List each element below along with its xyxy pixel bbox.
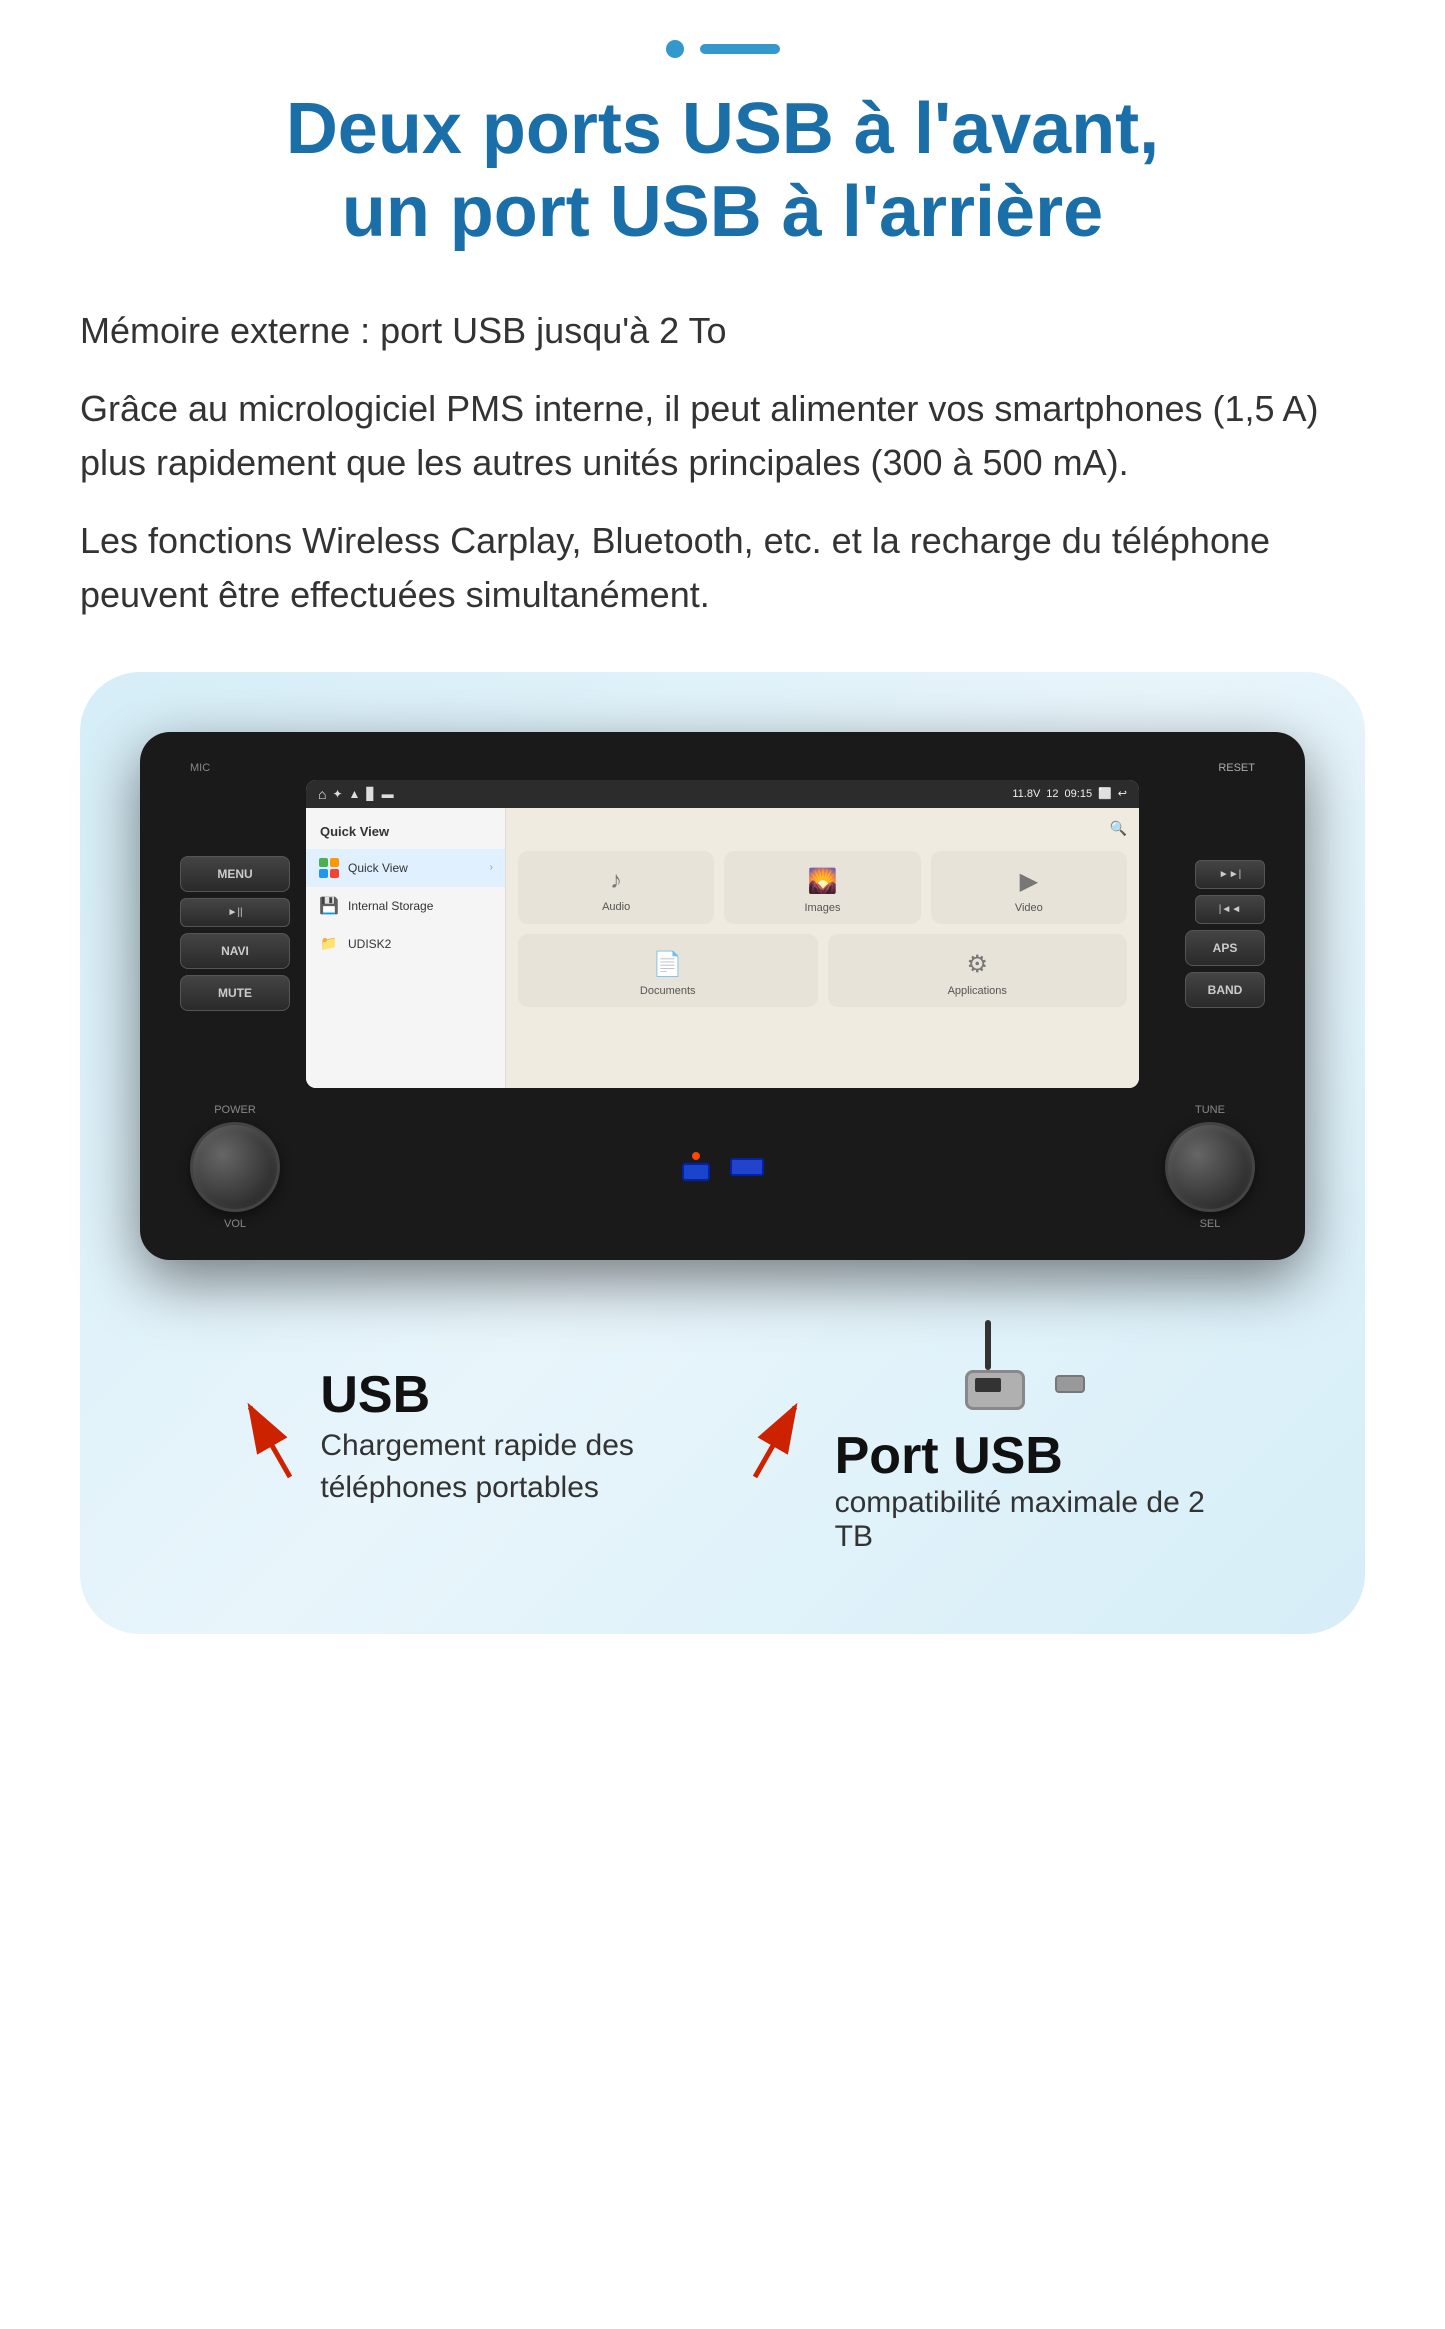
btn-mute[interactable]: MUTE	[180, 975, 290, 1011]
top-indicator	[80, 40, 1365, 58]
left-buttons: MENU ►|| NAVI MUTE	[180, 856, 290, 1011]
heading-line1: Deux ports USB à l'avant,	[286, 89, 1159, 169]
documents-icon: 📄	[653, 950, 683, 979]
qv-grid-top: ♪ Audio 🌄 Images ▶ Vide	[518, 851, 1127, 924]
reset-label: RESET	[1218, 762, 1255, 774]
device-bottom: POWER VOL	[180, 1104, 1265, 1230]
images-icon: 🌄	[808, 867, 838, 896]
battery-voltage: 11.8V	[1012, 788, 1040, 800]
bottom-usb-area: USB Chargement rapide des téléphones por…	[140, 1320, 1305, 1554]
btn-navi[interactable]: NAVI	[180, 933, 290, 969]
description-para1: Mémoire externe : port USB jusqu'à 2 To	[80, 304, 1365, 358]
sidebar-label-udisk: UDISK2	[348, 937, 391, 951]
documents-label: Documents	[640, 985, 696, 997]
usb-title: USB	[320, 1365, 430, 1425]
btn-skip-back[interactable]: |◄◄	[1195, 895, 1265, 924]
audio-label: Audio	[602, 901, 630, 913]
sidebar-label-quickview: Quick View	[348, 861, 408, 875]
battery-icon: ▬	[382, 787, 394, 801]
home-icon[interactable]: ⌂	[318, 786, 326, 802]
usb-charging-arrow	[230, 1387, 310, 1487]
description-para2: Grâce au micrologiciel PMS interne, il p…	[80, 382, 1365, 490]
status-bar-left: ⌂ ✦ ▲ ▊ ▬	[318, 786, 394, 802]
btn-menu[interactable]: MENU	[180, 856, 290, 892]
audio-icon: ♪	[610, 867, 622, 895]
grid-item-video[interactable]: ▶ Video	[931, 851, 1127, 924]
sel-label: SEL	[1200, 1218, 1221, 1230]
storage-icon: 💾	[318, 895, 340, 917]
sidebar-title: Quick View	[306, 818, 505, 849]
qv-grid-bottom: 📄 Documents ⚙ Applications	[518, 934, 1127, 1007]
usb-ports-area	[682, 1152, 764, 1181]
images-label: Images	[804, 902, 840, 914]
grid-item-documents[interactable]: 📄 Documents	[518, 934, 818, 1007]
qv-sidebar: Quick View Quick View ›	[306, 808, 506, 1088]
port-usb-subtitle: compatibilité maximale de 2 TB	[835, 1486, 1215, 1554]
usb-row	[682, 1152, 764, 1181]
vol-label: VOL	[224, 1218, 246, 1230]
quickview-icon	[318, 857, 340, 879]
btn-play-pause[interactable]: ►||	[180, 898, 290, 927]
description-block: Mémoire externe : port USB jusqu'à 2 To …	[80, 304, 1365, 622]
screen-container: ⌂ ✦ ▲ ▊ ▬ 11.8V 12 09:15 ⬜	[306, 780, 1139, 1088]
search-bar: 🔍	[518, 820, 1127, 837]
heading-line2: un port USB à l'arrière	[342, 172, 1103, 252]
usb-right-section: Port USB compatibilité maximale de 2 TB	[735, 1320, 1215, 1554]
sidebar-item-udisk[interactable]: 📁 UDISK2	[306, 925, 505, 963]
volume-knob[interactable]	[190, 1122, 280, 1212]
btn-band[interactable]: BAND	[1185, 972, 1265, 1008]
grid-item-applications[interactable]: ⚙ Applications	[828, 934, 1128, 1007]
btn-aps[interactable]: APS	[1185, 930, 1265, 966]
power-label: POWER	[214, 1104, 256, 1116]
signal-icon: ▊	[366, 787, 375, 801]
usb-charging-subtitle2: téléphones portables	[320, 1467, 599, 1509]
main-heading: Deux ports USB à l'avant, un port USB à …	[80, 88, 1365, 254]
screen-wrapper: ⌂ ✦ ▲ ▊ ▬ 11.8V 12 09:15 ⬜	[306, 780, 1139, 1088]
grid-item-audio[interactable]: ♪ Audio	[518, 851, 714, 924]
right-buttons: ►►| |◄◄ APS BAND	[1155, 860, 1265, 1008]
quickview-panel: Quick View Quick View ›	[306, 808, 1139, 1088]
bt-icon: ✦	[332, 787, 342, 801]
page-wrapper: Deux ports USB à l'avant, un port USB à …	[0, 0, 1445, 1694]
udisk-icon: 📁	[318, 933, 340, 955]
car-radio: MIC RESET MENU ►|| NAVI MUTE	[140, 732, 1305, 1260]
screen-icon: ⬜	[1098, 787, 1112, 800]
status-bar: ⌂ ✦ ▲ ▊ ▬ 11.8V 12 09:15 ⬜	[306, 780, 1139, 808]
description-para3: Les fonctions Wireless Carplay, Bluetoot…	[80, 514, 1365, 622]
video-icon: ▶	[1020, 867, 1038, 896]
device-section: MIC RESET MENU ►|| NAVI MUTE	[80, 672, 1365, 1634]
port-usb-title: Port USB	[835, 1426, 1063, 1486]
mic-label: MIC	[190, 762, 210, 774]
video-label: Video	[1015, 902, 1043, 914]
usb-charging-port[interactable]	[682, 1163, 710, 1181]
tune-knob[interactable]	[1165, 1122, 1255, 1212]
tune-label: TUNE	[1195, 1104, 1225, 1116]
search-icon[interactable]: 🔍	[1110, 820, 1127, 837]
usb-left-section: USB Chargement rapide des téléphones por…	[230, 1365, 634, 1509]
back-icon[interactable]: ↩	[1118, 787, 1127, 800]
grid-item-images[interactable]: 🌄 Images	[724, 851, 920, 924]
sidebar-label-storage: Internal Storage	[348, 899, 433, 913]
status-bar-right: 11.8V 12 09:15 ⬜ ↩	[1012, 787, 1127, 800]
volume-level: 12	[1046, 788, 1058, 800]
sidebar-item-quickview[interactable]: Quick View ›	[306, 849, 505, 887]
applications-icon: ⚙	[966, 950, 988, 979]
usb-data-port[interactable]	[730, 1158, 764, 1176]
usb-charging-subtitle1: Chargement rapide des	[320, 1425, 634, 1467]
sidebar-item-storage[interactable]: 💾 Internal Storage	[306, 887, 505, 925]
indicator-dot	[666, 40, 684, 58]
btn-skip-fwd[interactable]: ►►|	[1195, 860, 1265, 889]
sidebar-arrow: ›	[490, 862, 493, 873]
applications-label: Applications	[948, 985, 1007, 997]
wifi-icon: ▲	[349, 787, 361, 801]
time-display: 09:15	[1065, 788, 1093, 800]
qv-content: 🔍 ♪ Audio 🌄	[506, 808, 1139, 1088]
indicator-dash	[700, 44, 780, 54]
port-usb-arrow	[735, 1387, 815, 1487]
